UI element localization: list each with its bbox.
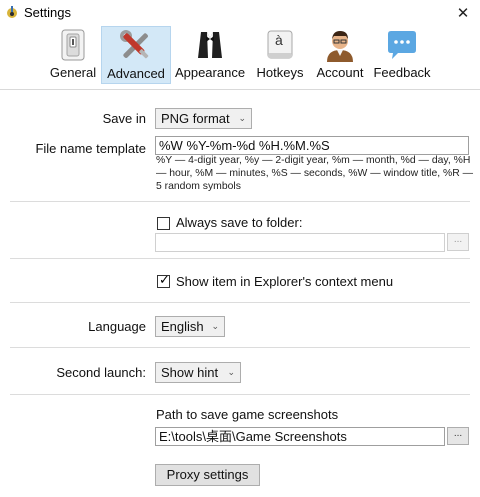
save-format-select[interactable]: PNG format ⌄	[155, 108, 252, 129]
tab-feedback-label: Feedback	[373, 65, 431, 80]
second-launch-select[interactable]: Show hint ⌄	[155, 362, 241, 383]
app-logo-icon	[7, 6, 17, 18]
user-icon	[322, 27, 358, 63]
context-menu-checkbox[interactable]: ✓	[157, 272, 170, 288]
switch-icon	[55, 27, 91, 63]
keyboard-key-icon: à	[262, 27, 298, 63]
second-launch-value: Show hint	[161, 365, 219, 380]
always-save-label: Always save to folder:	[176, 215, 303, 230]
game-path-browse-button[interactable]: ...	[447, 427, 469, 445]
chevron-down-icon: ⌄	[238, 113, 246, 123]
close-icon: ✕	[456, 5, 470, 22]
key-glyph: à	[275, 32, 283, 48]
second-launch-label: Second launch:	[56, 365, 146, 380]
chat-bubble-icon	[384, 27, 420, 63]
game-path-input[interactable]: E:\tools\桌面\Game Screenshots	[155, 427, 445, 446]
template-hint: %Y — 4-digit year, %y — 2-digit year, %m…	[156, 155, 474, 192]
always-save-checkbox[interactable]	[157, 217, 170, 230]
always-save-folder-input[interactable]	[155, 233, 445, 252]
tab-appearance-label: Appearance	[174, 65, 246, 80]
language-label: Language	[88, 319, 146, 334]
toolbar-divider	[0, 89, 480, 90]
tab-general[interactable]: General	[46, 26, 100, 84]
separator	[10, 258, 470, 259]
proxy-settings-button[interactable]: Proxy settings	[155, 464, 260, 486]
title-bar: Settings ✕	[0, 0, 480, 26]
game-path-label: Path to save game screenshots	[156, 407, 339, 422]
tuxedo-icon	[192, 27, 228, 63]
tab-advanced[interactable]: Advanced	[101, 26, 171, 84]
context-menu-label: Show item in Explorer's context menu	[176, 274, 394, 289]
chevron-down-icon: ⌄	[227, 367, 235, 377]
save-in-label: Save in	[102, 111, 146, 126]
separator	[10, 302, 470, 303]
separator	[10, 201, 470, 202]
settings-toolbar: General Advanced Appearance à Hotkeys Ac…	[0, 26, 480, 88]
tab-advanced-label: Advanced	[107, 66, 165, 81]
language-select[interactable]: English ⌄	[155, 316, 225, 337]
save-format-value: PNG format	[161, 111, 230, 126]
window-title: Settings	[24, 5, 71, 20]
tools-icon	[118, 28, 154, 64]
tab-hotkeys[interactable]: à Hotkeys	[252, 26, 308, 84]
always-save-browse-button[interactable]: ...	[447, 233, 469, 251]
close-button[interactable]: ✕	[446, 0, 480, 26]
file-name-template-label: File name template	[35, 141, 146, 156]
tab-hotkeys-label: Hotkeys	[256, 65, 304, 80]
tab-account-label: Account	[316, 65, 364, 80]
tab-appearance[interactable]: Appearance	[174, 26, 246, 84]
file-name-template-input[interactable]: %W %Y-%m-%d %H.%M.%S	[155, 136, 469, 155]
separator	[10, 347, 470, 348]
separator	[10, 394, 470, 395]
check-icon: ✓	[159, 272, 170, 287]
language-value: English	[161, 319, 204, 334]
tab-account[interactable]: Account	[312, 26, 368, 84]
chevron-down-icon: ⌄	[211, 321, 219, 331]
tab-feedback[interactable]: Feedback	[372, 26, 432, 84]
tab-general-label: General	[49, 65, 97, 80]
